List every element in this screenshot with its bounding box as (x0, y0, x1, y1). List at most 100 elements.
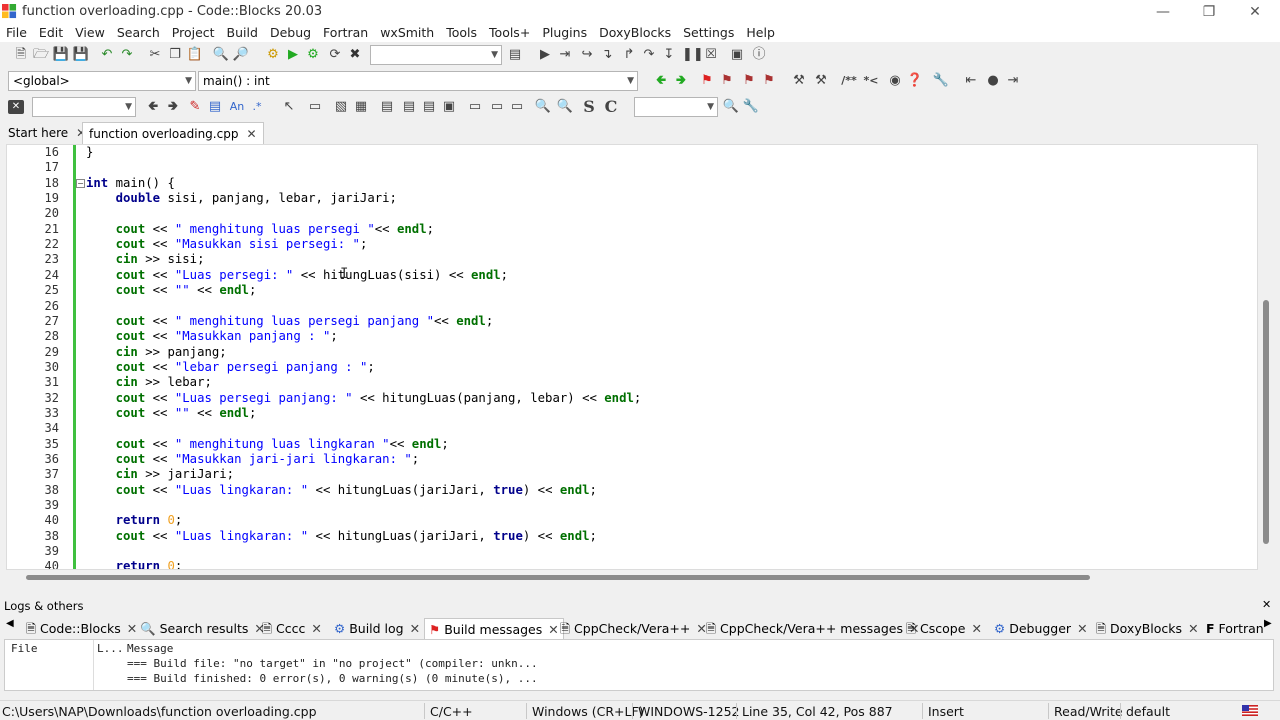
logtab-doxyblocks[interactable]: 🗎 DoxyBlocks ✕ (1092, 618, 1203, 640)
rebuild-icon[interactable]: ⟳ (326, 46, 344, 64)
code-line[interactable]: cout << "Luas persegi: " << hitungLuas(s… (86, 268, 508, 282)
code-line[interactable]: cin >> panjang; (86, 345, 227, 359)
run-to-cursor-icon[interactable]: ⇥ (556, 46, 574, 64)
zoom-in-icon[interactable]: 🔍 (534, 98, 552, 116)
vertical-scrollbar[interactable] (1260, 144, 1274, 570)
code-line[interactable]: return 0; (86, 513, 183, 527)
close-icon[interactable]: ✕ (1077, 621, 1087, 636)
doxy-run-icon[interactable]: ⚒ (812, 72, 830, 90)
code-line[interactable]: double sisi, panjang, lebar, jariJari; (86, 191, 397, 205)
code-c-icon[interactable]: C (602, 98, 620, 116)
close-icon[interactable]: ✕ (1262, 598, 1271, 611)
code-line[interactable]: cout << " menghitung luas lingkaran "<< … (86, 437, 449, 451)
pause-icon[interactable]: ❚❚ (682, 46, 704, 64)
selected-text-icon[interactable]: ▤ (206, 98, 224, 116)
if-block-icon[interactable]: ▦ (352, 98, 370, 116)
toggle-bookmark-icon[interactable]: ⚑ (698, 72, 716, 90)
step-into-icon[interactable]: ↴ (598, 46, 616, 64)
code-line[interactable]: cout << "Masukkan sisi persegi: "; (86, 237, 368, 251)
save-all-icon[interactable]: 💾 (72, 46, 90, 64)
jump-forward-icon[interactable]: 🢂 (672, 72, 690, 90)
menu-fortran[interactable]: Fortran (317, 24, 374, 42)
next-instruction-icon[interactable]: ↷ (640, 46, 658, 64)
logtab-build-messages[interactable]: ⚑ Build messages ✕ (424, 618, 564, 640)
doxy-extract-icon[interactable]: ⚒ (790, 72, 808, 90)
menu-edit[interactable]: Edit (33, 24, 69, 42)
logtab-build-log[interactable]: ⚙ Build log ✕ (330, 618, 424, 640)
code-line[interactable]: cout << " menghitung luas persegi panjan… (86, 314, 494, 328)
build-messages-list[interactable]: File L... Message === Build file: "no ta… (4, 639, 1274, 691)
match-case-icon[interactable]: An (228, 98, 246, 116)
cut-icon[interactable]: ✂ (146, 46, 164, 64)
tabs-scroll-right-icon[interactable]: ▶ (1264, 618, 1272, 629)
clear-search-icon[interactable]: ✕ (8, 100, 24, 114)
code-line[interactable]: cout << " menghitung luas persegi "<< en… (86, 222, 434, 236)
do-while-icon[interactable]: ▤ (420, 98, 438, 116)
dot-marker-icon[interactable]: ● (984, 72, 1002, 90)
highlight-icon[interactable]: ✎ (186, 98, 204, 116)
log-row[interactable]: === Build finished: 0 error(s), 0 warnin… (127, 672, 538, 685)
chm-help-icon[interactable]: ❓ (906, 72, 924, 90)
code-line[interactable]: cin >> jariJari; (86, 467, 234, 481)
function-select[interactable]: main() : int ▼ (198, 71, 638, 91)
menu-tools[interactable]: Tools (440, 24, 483, 42)
code-line[interactable]: cout << "Masukkan jari-jari lingkaran: "… (86, 452, 420, 466)
logtab-cscope[interactable]: 🗎 Cscope ✕ (902, 618, 986, 640)
close-icon[interactable]: ✕ (410, 621, 420, 636)
search-combo[interactable]: ▼ (32, 97, 136, 117)
while-loop-icon[interactable]: ▤ (378, 98, 396, 116)
block-icon[interactable]: ▣ (440, 98, 458, 116)
close-window-icon[interactable]: ✕ (1232, 0, 1278, 24)
minimize-icon[interactable]: — (1140, 0, 1186, 24)
next-bookmark-icon[interactable]: ⚑ (740, 72, 758, 90)
wrench-icon[interactable]: 🔧 (932, 72, 950, 90)
switch-icon[interactable]: ▭ (508, 98, 526, 116)
build-gear-icon[interactable]: ⚙ (264, 46, 282, 64)
next-occurrence-icon[interactable]: ⇥ (1004, 72, 1022, 90)
menu-project[interactable]: Project (166, 24, 221, 42)
code-editor[interactable]: 16} 17 18 int main() {− 19 double sisi, panj… (6, 144, 1258, 570)
find-previous-icon[interactable]: 🢀 (144, 98, 162, 116)
search-settings-icon[interactable]: 🔧 (742, 98, 760, 116)
logtab-debugger[interactable]: ⚙ Debugger ✕ (990, 618, 1092, 640)
code-line[interactable]: cin >> lebar; (86, 375, 212, 389)
code-line[interactable]: cout << "lebar persegi panjang : "; (86, 360, 375, 374)
code-line[interactable]: return 0; (86, 559, 183, 569)
code-line[interactable]: cout << "Luas lingkaran: " << hitungLuas… (86, 529, 597, 543)
column-header-file[interactable]: File (11, 642, 38, 655)
menu-plugins[interactable]: Plugins (536, 24, 593, 42)
close-icon[interactable]: ✕ (971, 621, 981, 636)
logtab-cccc[interactable]: 🗎 Cccc ✕ (258, 618, 326, 640)
block-comment-icon[interactable]: /** (838, 72, 860, 90)
menu-search[interactable]: Search (111, 24, 166, 42)
target-options-icon[interactable]: ▤ (506, 46, 524, 64)
horizontal-scrollbar[interactable] (6, 572, 1258, 582)
code-line[interactable]: cout << "Luas persegi panjang: " << hitu… (86, 391, 642, 405)
close-icon[interactable]: ✕ (311, 621, 321, 636)
jump-back-icon[interactable]: 🢀 (652, 72, 670, 90)
html-docs-icon[interactable]: ◉ (886, 72, 904, 90)
code-line[interactable]: cout << "" << endl; (86, 406, 257, 420)
scope-select[interactable]: <global> ▼ (8, 71, 196, 91)
tabs-scroll-left-icon[interactable]: ◀ (6, 618, 14, 629)
find-icon[interactable]: 🔍 (212, 46, 230, 64)
build-target-select[interactable]: ▼ (370, 45, 502, 65)
break-icon[interactable]: ▭ (466, 98, 484, 116)
structure-s-icon[interactable]: S (580, 98, 598, 116)
menu-doxyblocks[interactable]: DoxyBlocks (593, 24, 677, 42)
decision-block-icon[interactable]: ▧ (332, 98, 350, 116)
code-line[interactable]: cout << "" << endl; (86, 283, 257, 297)
step-out-icon[interactable]: ↱ (620, 46, 638, 64)
code-line[interactable]: cout << "Masukkan panjang : "; (86, 329, 338, 343)
menu-file[interactable]: File (0, 24, 33, 42)
menu-wxsmith[interactable]: wxSmith (374, 24, 440, 42)
line-comment-icon[interactable]: *< (862, 72, 880, 90)
column-header-line[interactable]: L... (97, 642, 124, 655)
logtab-codeblocks[interactable]: 🗎 Code::Blocks ✕ (22, 618, 141, 640)
save-icon[interactable]: 💾 (52, 46, 70, 64)
replace-icon[interactable]: 🔎 (232, 46, 250, 64)
fold-marker-icon[interactable]: − (76, 178, 85, 188)
zoom-out-icon[interactable]: 🔍 (556, 98, 574, 116)
regex-icon[interactable]: .* (248, 98, 266, 116)
tab-start-here[interactable]: Start here✕ (2, 122, 92, 144)
